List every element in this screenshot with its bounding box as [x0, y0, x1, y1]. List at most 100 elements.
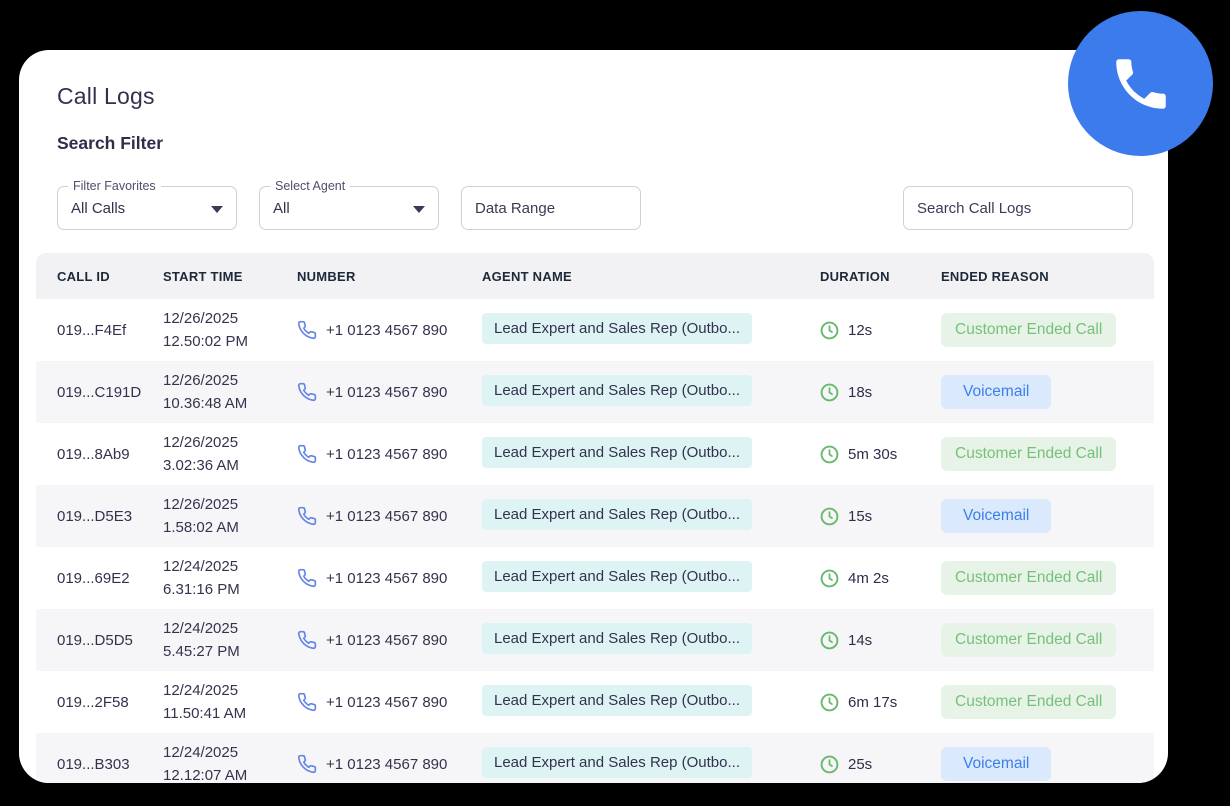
- number-cell: +1 0123 4567 890: [297, 382, 482, 402]
- select-agent-select[interactable]: Select Agent All: [259, 178, 439, 230]
- start-date: 12/24/2025: [163, 620, 239, 637]
- number-cell: +1 0123 4567 890: [297, 692, 482, 712]
- table-row[interactable]: 019...D5D5 12/24/2025 5.45:27 PM +1 0123…: [36, 609, 1154, 671]
- filter-favorites-value: All Calls: [71, 199, 126, 217]
- number-cell: +1 0123 4567 890: [297, 754, 482, 774]
- agent-name-badge: Lead Expert and Sales Rep (Outbo...: [482, 312, 752, 344]
- number-cell: +1 0123 4567 890: [297, 320, 482, 340]
- filter-favorites-select[interactable]: Filter Favorites All Calls: [57, 178, 237, 230]
- start-time: 6.31:16 PM: [163, 581, 240, 598]
- ended-reason-cell: Customer Ended Call: [941, 623, 1154, 657]
- ended-reason-badge: Voicemail: [941, 375, 1052, 409]
- ended-reason-cell: Voicemail: [941, 375, 1154, 409]
- ended-reason-badge: Voicemail: [941, 747, 1052, 781]
- start-time-cell: 12/26/2025 12.50:02 PM: [163, 307, 297, 353]
- agent-name-cell: Lead Expert and Sales Rep (Outbo...: [482, 436, 820, 472]
- start-time: 11.50:41 AM: [163, 705, 247, 722]
- start-time-cell: 12/24/2025 11.50:41 AM: [163, 679, 297, 725]
- clock-icon: [820, 445, 839, 464]
- duration-value: 4m 2s: [848, 569, 889, 587]
- call-id-cell: 019...69E2: [57, 569, 130, 587]
- agent-name-badge: Lead Expert and Sales Rep (Outbo...: [482, 560, 752, 592]
- ended-reason-cell: Customer Ended Call: [941, 313, 1154, 347]
- duration-value: 14s: [848, 631, 873, 649]
- table-row[interactable]: 019...69E2 12/24/2025 6.31:16 PM +1 0123…: [36, 547, 1154, 609]
- table-row[interactable]: 019...8Ab9 12/26/2025 3.02:36 AM +1 0123…: [36, 423, 1154, 485]
- start-time-cell: 12/24/2025 12.12:07 AM: [163, 741, 297, 783]
- duration-cell: 15s: [820, 507, 941, 526]
- ended-reason-badge: Customer Ended Call: [941, 313, 1117, 347]
- phone-number: +1 0123 4567 890: [326, 693, 448, 711]
- phone-fab-button[interactable]: [1068, 11, 1213, 156]
- agent-name-cell: Lead Expert and Sales Rep (Outbo...: [482, 746, 820, 782]
- call-id-cell: 019...B303: [57, 755, 130, 773]
- col-header-ended-reason: ENDED REASON: [941, 268, 1049, 284]
- ended-reason-badge: Customer Ended Call: [941, 561, 1117, 595]
- duration-cell: 18s: [820, 383, 941, 402]
- phone-number: +1 0123 4567 890: [326, 445, 448, 463]
- page-title: Call Logs: [57, 83, 155, 109]
- phone-icon: [297, 692, 317, 712]
- duration-value: 5m 30s: [848, 445, 898, 463]
- ended-reason-cell: Customer Ended Call: [941, 561, 1154, 595]
- start-time-cell: 12/24/2025 6.31:16 PM: [163, 555, 297, 601]
- call-id-cell: 019...D5E3: [57, 507, 133, 525]
- search-filter-heading: Search Filter: [57, 133, 164, 153]
- clock-icon: [820, 383, 839, 402]
- clock-icon: [820, 755, 839, 774]
- table-row[interactable]: 019...F4Ef 12/26/2025 12.50:02 PM +1 012…: [36, 299, 1154, 361]
- start-date: 12/24/2025: [163, 744, 239, 761]
- date-range-input[interactable]: Data Range: [461, 186, 641, 230]
- agent-name-cell: Lead Expert and Sales Rep (Outbo...: [482, 312, 820, 348]
- start-time: 1.58:02 AM: [163, 519, 239, 536]
- call-id-cell: 019...F4Ef: [57, 321, 127, 339]
- table-row[interactable]: 019...C191D 12/26/2025 10.36:48 AM +1 01…: [36, 361, 1154, 423]
- search-call-logs-input[interactable]: Search Call Logs: [903, 186, 1133, 230]
- agent-name-cell: Lead Expert and Sales Rep (Outbo...: [482, 560, 820, 596]
- start-date: 12/26/2025: [163, 434, 239, 451]
- duration-cell: 12s: [820, 321, 941, 340]
- start-time-cell: 12/26/2025 1.58:02 AM: [163, 493, 297, 539]
- search-placeholder: Search Call Logs: [917, 199, 1032, 217]
- col-header-number: NUMBER: [297, 268, 356, 284]
- start-time: 10.36:48 AM: [163, 395, 248, 412]
- phone-icon: [297, 382, 317, 402]
- call-id-cell: 019...D5D5: [57, 631, 133, 649]
- duration-value: 12s: [848, 321, 873, 339]
- start-time-cell: 12/26/2025 10.36:48 AM: [163, 369, 297, 415]
- phone-number: +1 0123 4567 890: [326, 755, 448, 773]
- agent-name-badge: Lead Expert and Sales Rep (Outbo...: [482, 622, 752, 654]
- ended-reason-badge: Customer Ended Call: [941, 623, 1117, 657]
- agent-name-badge: Lead Expert and Sales Rep (Outbo...: [482, 684, 752, 716]
- ended-reason-badge: Customer Ended Call: [941, 685, 1117, 719]
- phone-number: +1 0123 4567 890: [326, 507, 448, 525]
- agent-name-cell: Lead Expert and Sales Rep (Outbo...: [482, 498, 820, 534]
- duration-value: 18s: [848, 383, 873, 401]
- phone-icon: [1108, 51, 1174, 117]
- call-logs-card: Call Logs Search Filter Filter Favorites…: [19, 50, 1168, 783]
- table-row[interactable]: 019...D5E3 12/26/2025 1.58:02 AM +1 0123…: [36, 485, 1154, 547]
- duration-cell: 25s: [820, 755, 941, 774]
- col-header-call-id: CALL ID: [57, 268, 110, 284]
- phone-icon: [297, 630, 317, 650]
- ended-reason-cell: Voicemail: [941, 499, 1154, 533]
- col-header-start-time: START TIME: [163, 268, 243, 284]
- duration-value: 15s: [848, 507, 873, 525]
- duration-cell: 4m 2s: [820, 569, 941, 588]
- chevron-down-icon: [211, 206, 223, 213]
- start-time: 5.45:27 PM: [163, 643, 240, 660]
- agent-name-badge: Lead Expert and Sales Rep (Outbo...: [482, 436, 752, 468]
- start-time: 12.50:02 PM: [163, 333, 249, 350]
- phone-icon: [297, 320, 317, 340]
- start-time: 12.12:07 AM: [163, 767, 248, 783]
- table-row[interactable]: 019...2F58 12/24/2025 11.50:41 AM +1 012…: [36, 671, 1154, 733]
- start-time-cell: 12/24/2025 5.45:27 PM: [163, 617, 297, 663]
- phone-icon: [297, 754, 317, 774]
- phone-number: +1 0123 4567 890: [326, 631, 448, 649]
- clock-icon: [820, 321, 839, 340]
- number-cell: +1 0123 4567 890: [297, 568, 482, 588]
- phone-number: +1 0123 4567 890: [326, 569, 448, 587]
- call-id-cell: 019...8Ab9: [57, 445, 130, 463]
- table-row[interactable]: 019...B303 12/24/2025 12.12:07 AM +1 012…: [36, 733, 1154, 783]
- phone-number: +1 0123 4567 890: [326, 383, 448, 401]
